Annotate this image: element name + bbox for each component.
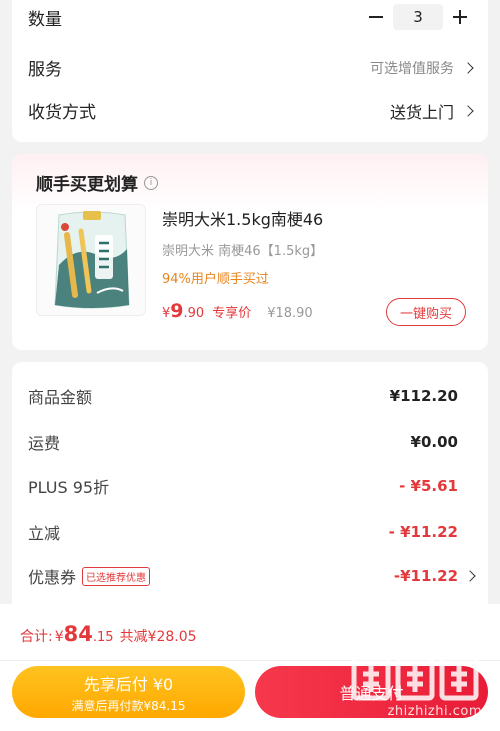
amount-breakdown-card: 商品金额 ¥112.20 运费 ¥0.00 PLUS 95折 - ¥5.61 立… — [12, 362, 488, 622]
chevron-right-icon[interactable] — [464, 570, 476, 582]
amount-row: 运费 ¥0.00 — [28, 430, 458, 454]
pay-later-button[interactable]: 先享后付 ¥0 满意后再付款¥84.15 — [12, 666, 245, 718]
coupon-label: 优惠券 — [28, 568, 77, 587]
bundle-title: 顺手买更划算 i — [36, 170, 158, 195]
amount-value: ¥0.00 — [410, 433, 458, 451]
total-decimal: .15 — [92, 630, 114, 645]
order-options-card: 数量 3 服务 可选增值服务 收货方式 送货上门 — [12, 0, 488, 142]
original-price: ¥18.90 — [267, 306, 313, 321]
quantity-row: 数量 3 — [28, 4, 472, 30]
coupon-row[interactable]: 优惠券 已选推荐优惠 -¥11.22 — [28, 564, 476, 588]
divider — [0, 660, 500, 661]
delivery-selector[interactable]: 送货上门 — [389, 99, 474, 123]
coupon-label-wrap: 优惠券 已选推荐优惠 — [28, 564, 151, 588]
one-click-buy-button[interactable]: 一键购买 — [386, 298, 466, 326]
amount-label: 立减 — [28, 524, 61, 543]
product-social-tag: 94%用户顺手买过 — [162, 272, 269, 287]
rice-bag-icon — [54, 211, 130, 309]
bundle-recommend-card: 顺手买更划算 i 崇明大米1.5kg南梗46 崇明大米 南梗46【1.5kg】 … — [12, 154, 488, 350]
chevron-right-icon — [462, 104, 474, 117]
plus-icon[interactable] — [448, 5, 472, 29]
product-name[interactable]: 崇明大米1.5kg南梗46 — [162, 206, 472, 230]
service-selector[interactable]: 可选增值服务 — [370, 58, 474, 78]
total-line: 合计: ¥ 84 .15 共减¥28.05 — [20, 622, 197, 646]
pay-later-label: 先享后付 ¥0 — [83, 674, 174, 694]
delivery-row[interactable]: 收货方式 送货上门 — [28, 98, 474, 123]
chevron-right-icon — [462, 61, 474, 74]
service-value: 可选增值服务 — [370, 60, 454, 77]
total-currency: ¥ — [54, 629, 64, 645]
quantity-label: 数量 — [28, 9, 62, 30]
price-label: 专享价 — [212, 306, 252, 321]
price-decimal: .90 — [183, 306, 205, 321]
coupon-badge: 已选推荐优惠 — [82, 566, 151, 586]
product-spec: 崇明大米 南梗46【1.5kg】 — [162, 244, 324, 259]
bundle-title-text: 顺手买更划算 — [36, 175, 138, 195]
amount-value: ¥112.20 — [389, 387, 458, 405]
service-label: 服务 — [28, 60, 62, 80]
delivery-value: 送货上门 — [389, 102, 454, 122]
quantity-input[interactable]: 3 — [393, 4, 443, 30]
amount-row: 立减 - ¥11.22 — [28, 520, 458, 544]
amount-label: 运费 — [28, 434, 61, 453]
total-saved: 共减¥28.05 — [119, 629, 197, 645]
amount-label: PLUS 95折 — [28, 478, 110, 497]
amount-value: - ¥11.22 — [388, 523, 458, 541]
coupon-value[interactable]: -¥11.22 — [394, 567, 458, 585]
delivery-label: 收货方式 — [28, 103, 96, 123]
amount-row: 商品金额 ¥112.20 — [28, 384, 458, 408]
pay-later-sublabel: 满意后再付款¥84.15 — [71, 698, 186, 713]
quantity-stepper[interactable]: 3 — [364, 4, 472, 30]
price-currency: ¥ — [162, 306, 171, 321]
minus-icon[interactable] — [364, 5, 388, 29]
amount-value: - ¥5.61 — [399, 477, 458, 495]
info-icon[interactable]: i — [144, 175, 158, 190]
amount-row: PLUS 95折 - ¥5.61 — [28, 474, 458, 498]
total-integer: 84 — [63, 622, 93, 646]
price-integer: 9 — [170, 300, 184, 322]
amount-label: 商品金额 — [28, 388, 93, 407]
service-row[interactable]: 服务 可选增值服务 — [28, 55, 474, 80]
watermark-site-text: zhizhizhi.com — [387, 704, 482, 719]
total-label: 合计: — [20, 629, 53, 645]
product-image[interactable] — [36, 204, 146, 316]
